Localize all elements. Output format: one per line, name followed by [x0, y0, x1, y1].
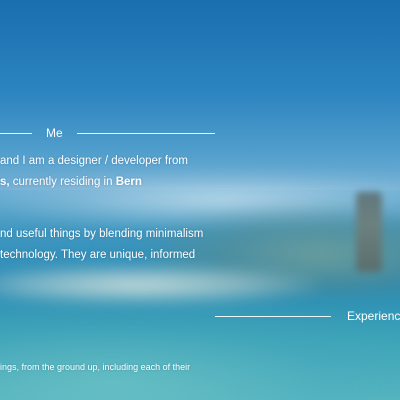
intro-line: s, currently residing in Bern — [0, 172, 188, 193]
craft-line: nd useful things by blending minimalism — [0, 228, 204, 240]
origin-text: s, — [0, 176, 10, 188]
me-section-header: Me — [0, 126, 215, 140]
beach — [0, 265, 320, 305]
experience-paragraph: ings, from the ground up, including each… — [0, 360, 190, 374]
residence-text: currently residing in — [9, 176, 116, 188]
blurred-coastline-background — [0, 0, 400, 400]
experience-section-header: Experience — [215, 309, 400, 323]
city-text: Bern — [115, 176, 142, 188]
me-section-title: Me — [46, 126, 63, 140]
divider-line — [215, 315, 331, 317]
experience-line: ings, from the ground up, including each… — [0, 362, 191, 372]
craft-paragraph: nd useful things by blending minimalism … — [0, 224, 203, 266]
divider-line — [76, 132, 215, 134]
experience-section-title: Experience — [347, 309, 400, 323]
intro-paragraph: and I am a designer / developer from s, … — [0, 151, 188, 193]
intro-line: and I am a designer / developer from — [0, 155, 188, 167]
tower-building — [356, 192, 382, 272]
divider-line — [0, 132, 32, 134]
craft-line: technology. They are unique, informed — [0, 249, 196, 261]
